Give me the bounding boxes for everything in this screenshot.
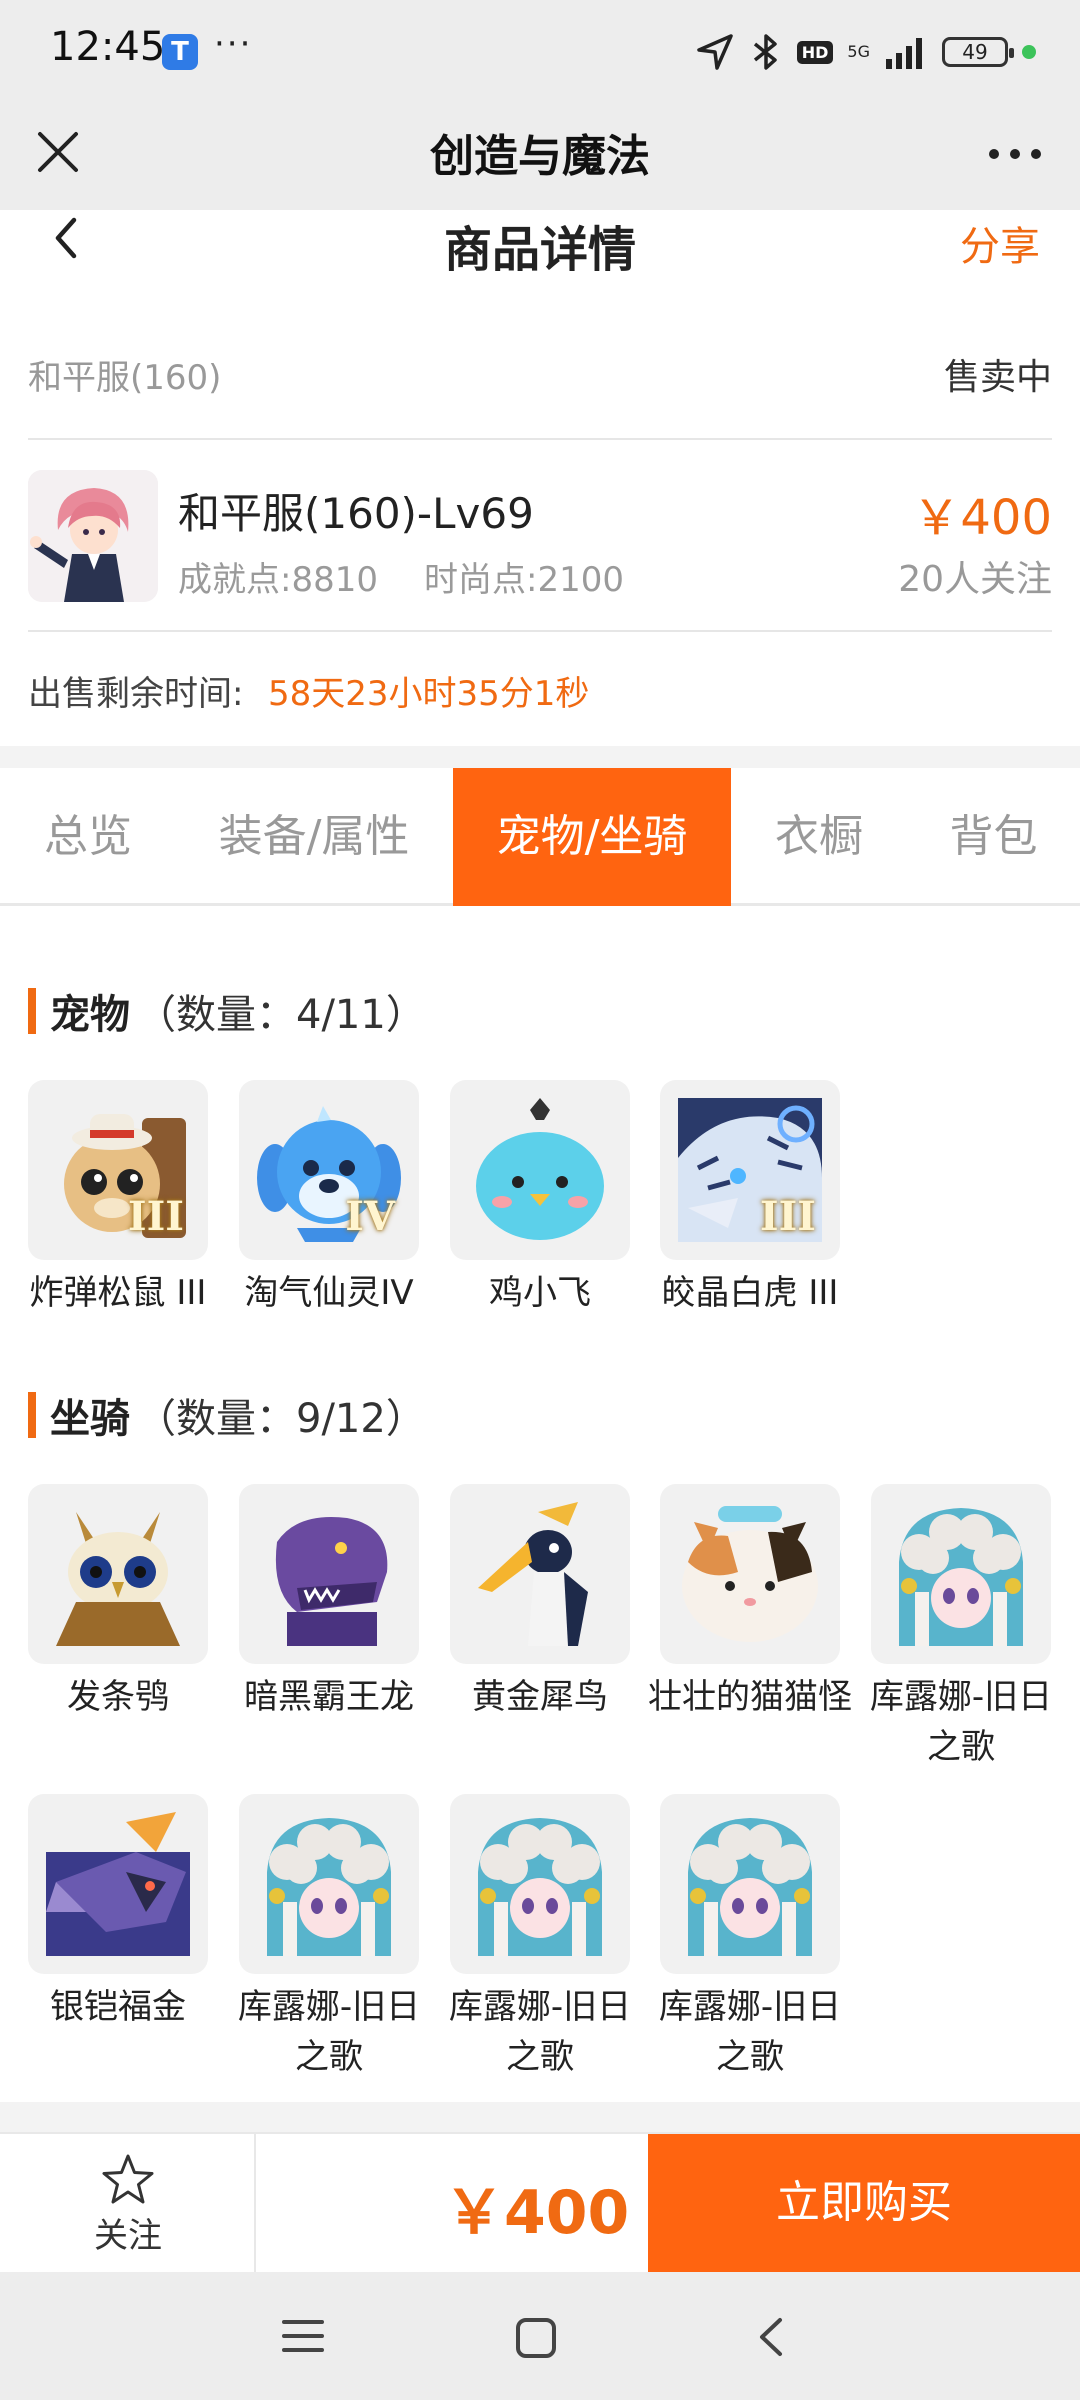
fashion-points: 时尚点:2100	[424, 560, 624, 600]
pet-rank-badge: III	[127, 1193, 184, 1240]
chick-icon	[450, 1080, 630, 1260]
pet-name: 鸡小飞	[489, 1273, 591, 1313]
pet-name: 炸弹松鼠 III	[29, 1273, 207, 1313]
dark-trex-icon	[239, 1484, 419, 1664]
mount-name: 库露娜-旧日之歌	[237, 1987, 421, 2077]
kuluna-icon	[660, 1794, 840, 1974]
hd-badge: HD	[796, 40, 834, 64]
mount-item[interactable]: 库露娜-旧日之歌	[659, 1794, 841, 2082]
buy-now-button[interactable]: 立即购买	[648, 2134, 1080, 2272]
mount-name: 库露娜-旧日之歌	[448, 1987, 632, 2077]
mount-name: 暗黑霸王龙	[244, 1677, 414, 1717]
location-icon	[697, 34, 733, 70]
page-title: 商品详情	[443, 222, 636, 278]
privacy-indicator-dot	[1022, 45, 1036, 59]
mount-name: 库露娜-旧日之歌	[869, 1677, 1053, 1767]
follow-button[interactable]: 关注	[0, 2134, 256, 2272]
divider	[28, 438, 1052, 440]
pet-item[interactable]: III 皎晶白虎 III	[660, 1080, 840, 1318]
pets-section-count: （数量：4/11）	[136, 992, 426, 1038]
status-bar: 12:45 T ··· HD 5G 49	[0, 0, 1080, 104]
listing-header: 商品详情 分享 和平服(160) 售卖中 和平服(160)-Lv69 成就点:8…	[0, 210, 1080, 746]
system-navigation-bar	[0, 2272, 1080, 2400]
tab-backpack[interactable]: 背包	[907, 768, 1080, 906]
menu-icon[interactable]	[280, 2316, 326, 2356]
mount-name: 黄金犀鸟	[472, 1677, 608, 1717]
remaining-time-value: 58天23小时35分1秒	[268, 674, 590, 714]
battery-icon: 49	[942, 37, 1014, 67]
divider	[28, 630, 1052, 632]
kuluna-icon	[871, 1484, 1051, 1664]
mount-name: 银铠福金	[50, 1987, 186, 2027]
detail-tabs: 总览 装备/属性 宠物/坐骑 衣橱 背包	[0, 768, 1080, 906]
remaining-time-label: 出售剩余时间:	[28, 674, 244, 714]
follower-count: 20人关注	[898, 559, 1052, 600]
kuluna-icon	[239, 1794, 419, 1974]
tab-overview[interactable]: 总览	[0, 768, 176, 906]
back-nav-icon[interactable]	[752, 2314, 792, 2360]
status-time: 12:45	[50, 24, 166, 70]
more-menu-icon[interactable]	[980, 124, 1050, 184]
bluetooth-icon	[753, 34, 777, 70]
notification-app-icon: T	[162, 34, 198, 70]
mounts-section-count: （数量：9/12）	[136, 1396, 426, 1442]
mount-item[interactable]: 壮壮的猫猫怪	[648, 1484, 852, 1722]
mount-name: 壮壮的猫猫怪	[648, 1677, 852, 1717]
white-tiger-icon: III	[660, 1080, 840, 1260]
pet-rank-badge: IV	[345, 1193, 395, 1240]
kuluna-icon	[450, 1794, 630, 1974]
tab-equipment[interactable]: 装备/属性	[176, 768, 452, 906]
section-accent-bar	[28, 1392, 36, 1438]
owl-icon	[28, 1484, 208, 1664]
detail-content: 总览 装备/属性 宠物/坐骑 衣橱 背包 宠物 （数量：4/11） III 炸弹…	[0, 768, 1080, 2102]
mount-item[interactable]: 发条鸮	[28, 1484, 208, 1722]
silver-dragon-icon	[28, 1794, 208, 1974]
mounts-section-header: 坐骑 （数量：9/12）	[28, 1390, 426, 1442]
bottom-action-bar: 关注 ￥400 立即购买	[0, 2132, 1080, 2272]
pet-item[interactable]: 鸡小飞	[450, 1080, 630, 1318]
mount-item[interactable]: 库露娜-旧日之歌	[870, 1484, 1052, 1772]
listing-price: ￥400	[912, 490, 1052, 546]
character-avatar	[28, 470, 158, 602]
pet-item[interactable]: IV 淘气仙灵IV	[239, 1080, 419, 1318]
signal-icon	[886, 38, 922, 69]
tab-pets-mounts[interactable]: 宠物/坐骑	[453, 768, 731, 906]
tab-wardrobe[interactable]: 衣橱	[731, 768, 907, 906]
mini-app-title: 创造与魔法	[430, 131, 650, 182]
pets-section-title: 宠物	[50, 992, 130, 1038]
mount-item[interactable]: 黄金犀鸟	[450, 1484, 630, 1722]
network-type: 5G	[847, 42, 870, 61]
mount-name: 发条鸮	[67, 1677, 169, 1717]
hornbill-icon	[450, 1484, 630, 1664]
mount-item[interactable]: 库露娜-旧日之歌	[238, 1794, 420, 2082]
star-icon	[102, 2154, 154, 2204]
achievement-points: 成就点:8810	[178, 560, 378, 600]
pet-name: 淘气仙灵IV	[244, 1273, 414, 1313]
pets-section-header: 宠物 （数量：4/11）	[28, 986, 426, 1038]
pet-name: 皎晶白虎 III	[661, 1273, 839, 1313]
section-accent-bar	[28, 988, 36, 1034]
home-icon[interactable]	[514, 2316, 558, 2360]
sale-status: 售卖中	[943, 357, 1052, 398]
bottom-price: ￥400	[444, 2178, 630, 2248]
mini-app-title-bar: 创造与魔法	[0, 104, 1080, 210]
listing-title: 和平服(160)-Lv69	[178, 489, 534, 538]
mount-item[interactable]: 库露娜-旧日之歌	[449, 1794, 631, 2082]
share-button[interactable]: 分享	[960, 214, 1040, 272]
mounts-section-title: 坐骑	[50, 1396, 130, 1442]
more-notifications-icon: ···	[214, 24, 253, 64]
cat-monster-icon	[660, 1484, 840, 1664]
server-name: 和平服(160)	[28, 358, 222, 398]
mount-item[interactable]: 银铠福金	[28, 1794, 208, 2032]
blue-pup-icon: IV	[239, 1080, 419, 1260]
follow-label: 关注	[94, 2216, 162, 2256]
mount-item[interactable]: 暗黑霸王龙	[239, 1484, 419, 1722]
mount-name: 库露娜-旧日之歌	[658, 1987, 842, 2077]
pet-rank-badge: III	[759, 1193, 816, 1240]
squirrel-icon: III	[28, 1080, 208, 1260]
status-indicators: HD 5G 49	[695, 30, 1036, 74]
pet-item[interactable]: III 炸弹松鼠 III	[28, 1080, 208, 1318]
